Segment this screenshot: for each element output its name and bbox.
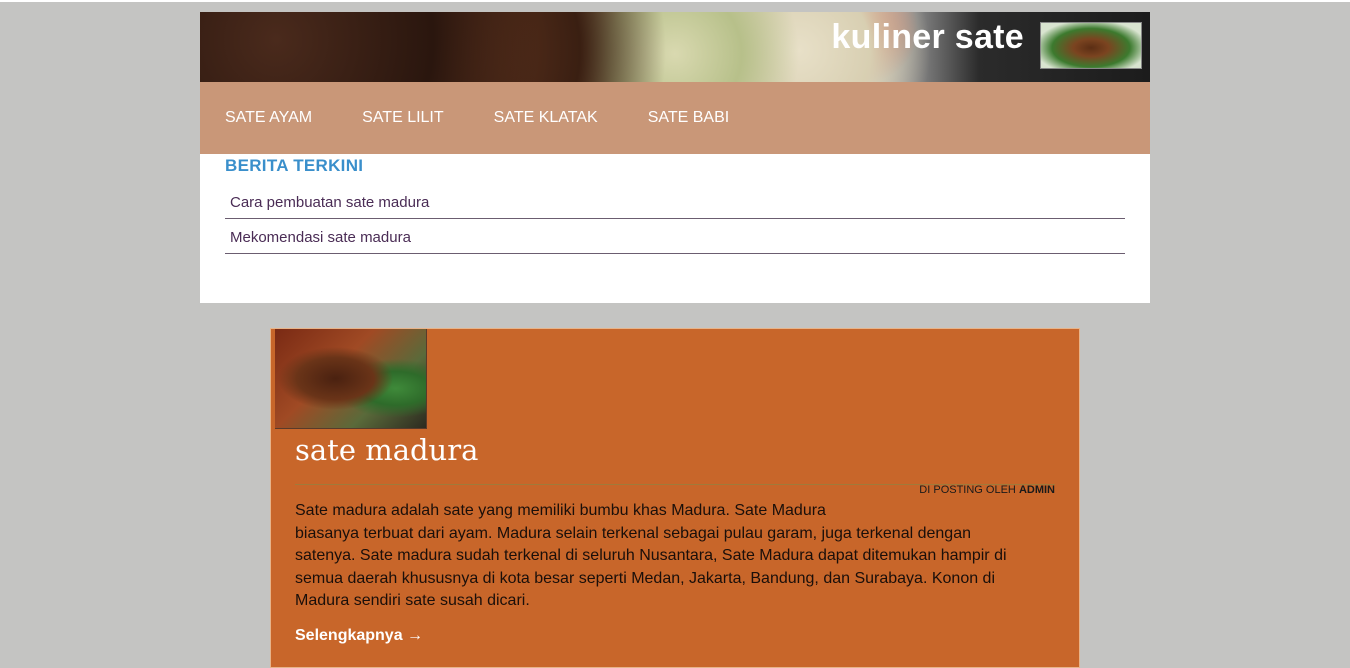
news-heading: BERITA TERKINI: [225, 156, 364, 175]
news-section: BERITA TERKINI Cara pembuatan sate madur…: [200, 154, 1150, 303]
main-nav: SATE AYAM SATE LILIT SATE KLATAK SATE BA…: [200, 82, 1150, 154]
site-header: kuliner sate: [200, 12, 1150, 82]
nav-item-sate-lilit[interactable]: SATE LILIT: [362, 109, 444, 127]
post-card: sate madura DI POSTING OLEH ADMIN Sate m…: [270, 328, 1080, 668]
post-body-line: satenya. Sate madura sudah terkenal di s…: [295, 547, 1007, 564]
list-item: Cara pembuatan sate madura: [225, 184, 1125, 219]
post-author[interactable]: ADMIN: [1019, 484, 1055, 496]
nav-item-sate-klatak[interactable]: SATE KLATAK: [494, 109, 598, 127]
post-body: Sate madura adalah sate yang memiliki bu…: [295, 500, 1055, 613]
post-thumbnail[interactable]: [275, 329, 427, 429]
nav-item-sate-ayam[interactable]: SATE AYAM: [225, 109, 312, 127]
news-list: Cara pembuatan sate madura Mekomendasi s…: [225, 184, 1125, 254]
post-body-line: Sate madura adalah sate yang memiliki bu…: [295, 502, 826, 519]
post-meta: DI POSTING OLEH ADMIN: [919, 484, 1055, 496]
post-title[interactable]: sate madura: [295, 433, 478, 467]
site-container: kuliner sate SATE AYAM SATE LILIT SATE K…: [200, 12, 1150, 303]
logo-image: [1040, 22, 1142, 69]
post-body-line: Madura sendiri sate susah dicari.: [295, 592, 530, 609]
post-body-line: semua daerah khususnya di kota besar sep…: [295, 569, 996, 587]
news-link[interactable]: Mekomendasi sate madura: [230, 229, 411, 246]
nav-item-sate-babi[interactable]: SATE BABI: [648, 109, 730, 127]
read-more-link[interactable]: Selengkapnya →: [295, 627, 423, 645]
top-border: [0, 0, 1350, 2]
post-body-line: biasanya terbuat dari ayam. Madura selai…: [295, 524, 971, 542]
news-link[interactable]: Cara pembuatan sate madura: [230, 194, 429, 211]
post-meta-prefix: DI POSTING OLEH: [919, 484, 1016, 496]
site-brand[interactable]: kuliner sate: [831, 18, 1024, 57]
list-item: Mekomendasi sate madura: [225, 219, 1125, 254]
